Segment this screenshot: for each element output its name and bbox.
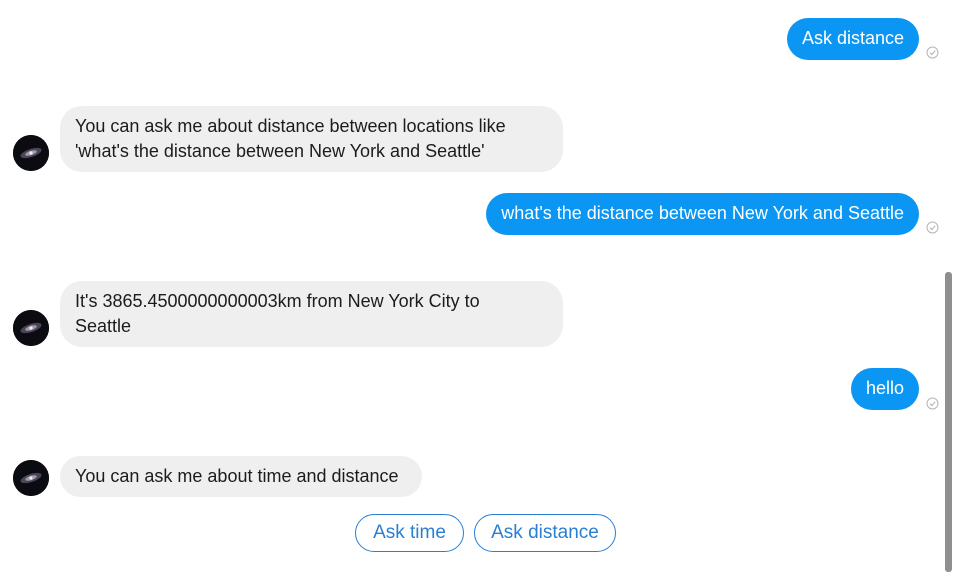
user-message-bubble: what's the distance between New York and… xyxy=(486,193,919,235)
chat-transcript: Ask distance You can ask me about distan… xyxy=(0,0,953,584)
bot-avatar xyxy=(13,135,49,171)
galaxy-avatar-icon xyxy=(13,135,49,171)
bot-message-line: Seattle xyxy=(75,316,132,336)
sent-check-icon xyxy=(926,221,939,234)
bot-message-bubble: It's 3865.4500000000003km from New York … xyxy=(60,281,563,347)
sent-check-icon xyxy=(926,397,939,410)
bot-message-line: It's 3865.4500000000003km from New York … xyxy=(75,291,480,311)
bot-message-line: You can ask me about time and distance xyxy=(75,466,399,486)
bot-message-line: You can ask me about distance between lo… xyxy=(75,116,506,136)
galaxy-avatar-icon xyxy=(13,310,49,346)
sent-check-icon xyxy=(926,46,939,59)
bot-message-bubble: You can ask me about time and distance xyxy=(60,456,422,497)
bot-avatar xyxy=(13,310,49,346)
scrollbar-thumb[interactable] xyxy=(945,272,952,572)
bot-message-line: 'what's the distance between New York an… xyxy=(75,141,485,161)
user-message-bubble: hello xyxy=(850,368,919,410)
bot-avatar xyxy=(13,460,49,496)
quick-reply-ask-time-button[interactable]: Ask time xyxy=(355,514,464,552)
quick-reply-ask-distance-button[interactable]: Ask distance xyxy=(474,514,616,552)
bot-message-bubble: You can ask me about distance between lo… xyxy=(60,106,563,172)
user-message-bubble: Ask distance xyxy=(786,18,919,60)
galaxy-avatar-icon xyxy=(13,460,49,496)
